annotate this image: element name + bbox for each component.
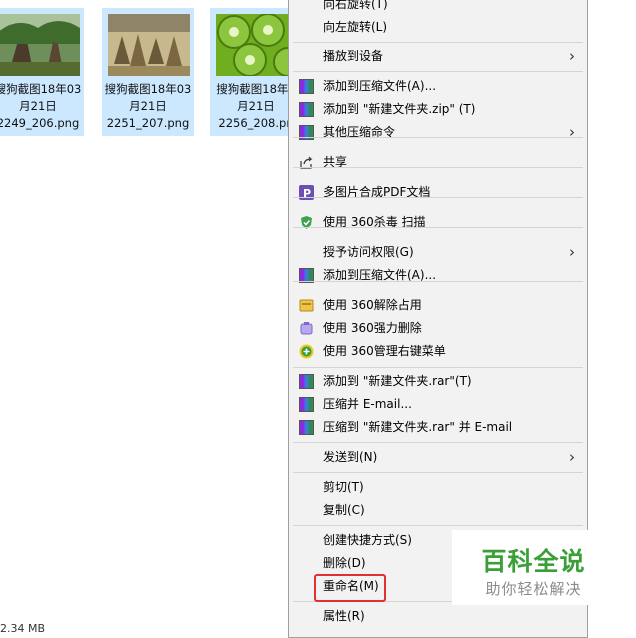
svg-text:P: P [303,187,311,200]
menu-item-share[interactable]: 共享 [289,151,587,174]
chevron-right-icon: › [569,47,575,65]
menu-item-add-to-rar[interactable]: 添加到 "新建文件夹.rar"(T) [289,370,587,393]
file-name: 搜狗截图18年03 月21日 2249_206.png [0,82,82,130]
menu-item-label: 使用 360杀毒 扫描 [323,215,426,229]
menu-item-label: 共享 [323,155,348,169]
menu-item-label: 多图片合成PDF文档 [323,185,431,199]
menu-item-label: 发送到(N) [323,450,378,464]
menu-separator [293,227,583,228]
menu-item-label: 授予访问权限(G) [323,245,414,259]
menu-item-properties[interactable]: 属性(R) [289,605,587,628]
force-delete-icon [299,321,314,336]
file-explorer-pane: 搜狗截图18年03 月21日 2249_206.png 搜狗截图18年03 月2… [0,0,302,635]
menu-item-label: 播放到设备 [323,49,384,63]
menu-item-cut[interactable]: 剪切(T) [289,476,587,499]
menu-item-label: 属性(R) [323,609,365,623]
menu-item-label: 使用 360强力删除 [323,321,422,335]
menu-item-other-compress[interactable]: 其他压缩命令 › [289,121,587,144]
winrar-icon [299,420,314,435]
winrar-icon [299,374,314,389]
menu-item-label: 添加到压缩文件(A)... [323,79,437,93]
menu-item-add-to-archive[interactable]: 添加到压缩文件(A)... [289,75,587,98]
menu-item-rotate-left[interactable]: 向左旋转(L) [289,16,587,39]
menu-item-cast-to-device[interactable]: 播放到设备 › [289,45,587,68]
image-thumbnail [0,14,80,76]
menu-item-send-to[interactable]: 发送到(N) › [289,446,587,469]
menu-separator [293,71,583,72]
menu-separator [293,525,583,526]
menu-item-copy[interactable]: 复制(C) [289,499,587,522]
watermark-subtitle: 助你轻松解决 [485,580,582,598]
unlock-file-icon [299,298,314,313]
menu-item-add-to-zip[interactable]: 添加到 "新建文件夹.zip" (T) [289,98,587,121]
menu-item-merge-pdf[interactable]: P 多图片合成PDF文档 [289,181,587,204]
status-size: 2.34 MB [0,622,46,635]
menu-item-label: 剪切(T) [323,480,364,494]
menu-item-label: 删除(D) [323,556,366,570]
image-thumbnail [216,14,298,76]
chevron-right-icon: › [569,123,575,141]
menu-item-compress-email[interactable]: 压缩并 E-mail... [289,393,587,416]
menu-separator [293,197,583,198]
menu-item-label: 添加到压缩文件(A)... [323,268,437,282]
menu-item-label: 向右旋转(T) [323,0,388,11]
file-item[interactable]: 搜狗截图18年03 月21日 2249_206.png [0,8,84,136]
menu-item-label: 压缩到 "新建文件夹.rar" 并 E-mail [323,420,513,434]
menu-item-compress-rar-email[interactable]: 压缩到 "新建文件夹.rar" 并 E-mail [289,416,587,439]
file-name: 搜狗截图18年03 月21日 2251_207.png [104,82,192,130]
chevron-right-icon: › [569,243,575,261]
menu-item-rotate-right[interactable]: 向右旋转(T) [289,0,587,16]
menu-item-label: 添加到 "新建文件夹.zip" (T) [323,102,476,116]
menu-item-label: 向左旋转(L) [323,20,388,34]
menu-item-360-manage-menu[interactable]: 使用 360管理右键菜单 [289,340,587,363]
winrar-icon [299,397,314,412]
menu-item-add-to-archive-2[interactable]: 添加到压缩文件(A)... [289,264,587,287]
winrar-icon [299,79,314,94]
menu-item-label: 使用 360解除占用 [323,298,422,312]
menu-item-label: 使用 360管理右键菜单 [323,344,446,358]
menu-item-label: 压缩并 E-mail... [323,397,412,411]
menu-item-label: 添加到 "新建文件夹.rar"(T) [323,374,472,388]
menu-separator [293,42,583,43]
menu-item-label: 创建快捷方式(S) [323,533,412,547]
file-item[interactable]: 搜狗截图18年03 月21日 2251_207.png [102,8,194,136]
watermark-title: 百科全说 [481,547,586,576]
menu-item-label: 复制(C) [323,503,365,517]
menu-separator [293,137,583,138]
watermark: 百科全说 助你轻松解决 [452,530,615,605]
menu-separator [293,442,583,443]
menu-item-360-force-delete[interactable]: 使用 360强力删除 [289,317,587,340]
menu-separator [293,281,583,282]
menu-item-360-scan[interactable]: 使用 360杀毒 扫描 [289,211,587,234]
menu-separator [293,472,583,473]
menu-item-label: 其他压缩命令 [323,125,396,139]
menu-separator [293,167,583,168]
chevron-right-icon: › [569,448,575,466]
menu-item-grant-access[interactable]: 授予访问权限(G) › [289,241,587,264]
menu-item-360-unlock[interactable]: 使用 360解除占用 [289,294,587,317]
winrar-icon [299,102,314,117]
image-thumbnail [108,14,190,76]
plus-circle-icon [299,344,314,359]
menu-separator [293,367,583,368]
rename-highlight-box [314,574,386,602]
